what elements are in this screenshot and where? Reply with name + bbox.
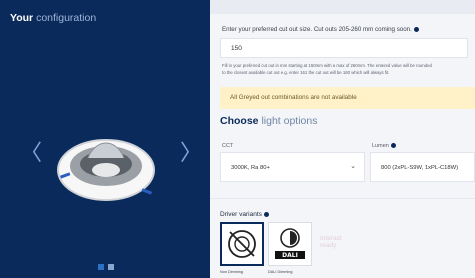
info-icon[interactable] <box>390 143 396 149</box>
downlight-product-image <box>57 139 155 201</box>
info-icon[interactable] <box>263 211 269 217</box>
divider <box>210 198 475 199</box>
lumen-label: Lumen <box>372 143 396 149</box>
interact-ready-option: Interact ready <box>320 235 342 249</box>
unavailable-notice: All Greyed out combinations are not avai… <box>220 87 475 109</box>
dali-dimming-label: DALI Dimming <box>268 270 293 274</box>
top-strip <box>210 0 475 14</box>
carousel-indicators <box>98 264 114 270</box>
configuration-panel: Your configuration 〈 〉 <box>0 0 210 278</box>
configuration-title: Your configuration <box>10 12 96 24</box>
prev-image-button[interactable]: 〈 <box>20 142 42 164</box>
dali-dimming-icon: DALI <box>275 228 305 259</box>
info-icon[interactable] <box>413 26 419 32</box>
cutout-instruction: Enter your preferred cut out size. Cut o… <box>222 26 419 33</box>
driver-card-non-dimming[interactable] <box>220 222 264 266</box>
carousel-dot-1[interactable] <box>98 264 104 270</box>
cutout-help-text: Fill in your preferred cut out in mm sta… <box>222 63 432 75</box>
title-strong: Your <box>10 12 34 24</box>
carousel-dot-2[interactable] <box>108 264 114 270</box>
choose-light-options-heading: Choose light options <box>220 115 318 127</box>
driver-variants-label: Driver variants <box>220 211 269 218</box>
svg-text:DALI: DALI <box>282 252 298 259</box>
title-rest: configuration <box>36 12 97 24</box>
next-image-button[interactable]: 〉 <box>180 142 202 164</box>
options-panel: Enter your preferred cut out size. Cut o… <box>210 0 475 278</box>
cct-label: CCT <box>222 143 234 149</box>
cct-select[interactable]: 3000K, Ra 80+ ⌄ <box>220 152 365 182</box>
cutout-size-input[interactable]: 150 <box>220 38 468 58</box>
chevron-down-icon: ⌄ <box>350 163 356 170</box>
non-dimming-icon <box>228 230 256 258</box>
lumen-select[interactable]: 800 (2xPL-S9W, 1xPL-C18W) <box>370 152 475 182</box>
non-dimming-label: Non Dimming <box>220 270 243 274</box>
driver-card-dali-dimming[interactable]: DALI <box>268 222 312 266</box>
